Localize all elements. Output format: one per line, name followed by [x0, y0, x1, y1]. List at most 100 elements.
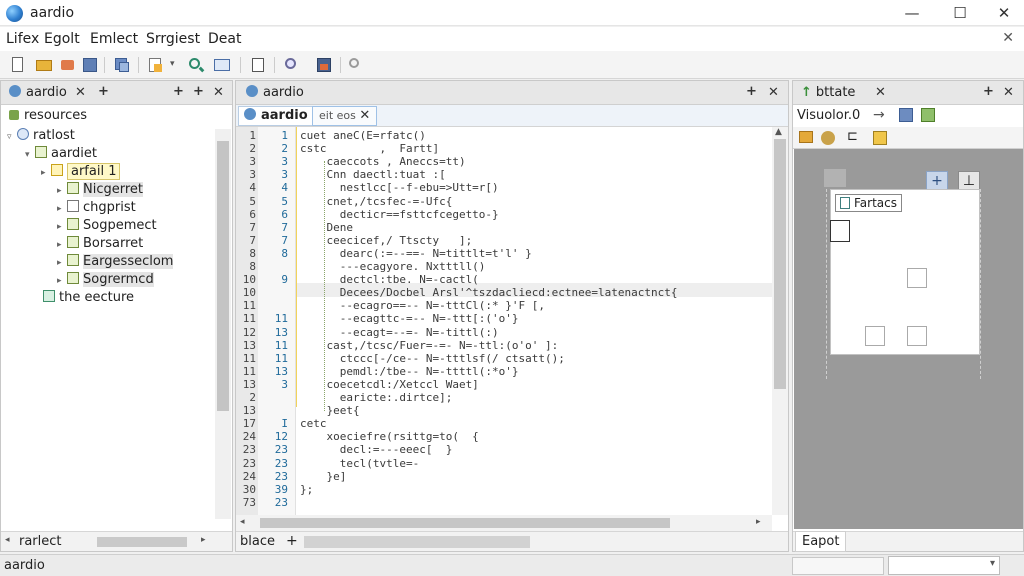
tree-scroll-thumb[interactable]: [217, 141, 229, 411]
menu-select[interactable]: Emlect: [90, 31, 138, 47]
tree-item[interactable]: ▸ Sogpemect: [5, 217, 213, 235]
selected-control[interactable]: [830, 220, 850, 242]
tree-item[interactable]: ▾ aardiet: [5, 145, 213, 163]
save-icon[interactable]: [80, 55, 100, 75]
open-recent-icon[interactable]: [58, 55, 78, 75]
tree-scrollbar[interactable]: ▼: [215, 129, 231, 563]
footer-scroll-thumb[interactable]: [97, 537, 187, 547]
menu-file[interactable]: Lifex: [6, 31, 39, 47]
float-panel-icon[interactable]: +: [193, 84, 204, 99]
close-tab-icon[interactable]: ✕: [359, 108, 370, 123]
status-dropdown[interactable]: ▾: [888, 556, 1000, 575]
code-line[interactable]: xoeciefre(rsittg=to( {: [300, 430, 478, 444]
home-icon[interactable]: [799, 131, 813, 143]
code-line[interactable]: coecetcdl:/Xetccl Waet]: [300, 378, 478, 392]
code-line[interactable]: pemdl:/tbe-- N=-ttttl(:*o'}: [300, 365, 519, 379]
editor-vscroll-thumb[interactable]: [774, 139, 786, 389]
code-line[interactable]: cast,/tcsc/Fuer=-=- N=-ttl:(o'o' ]:: [300, 339, 558, 353]
close-window-button[interactable]: ✕: [990, 2, 1018, 24]
code-line[interactable]: Decees/Docbel Arsl'^tszdacliecd:ectnee=l…: [300, 286, 678, 300]
export-tab[interactable]: Eapot: [795, 531, 847, 552]
code-line[interactable]: nestlcc[--f-ebu=>Utt=r[): [300, 181, 499, 195]
output-tab[interactable]: blace: [240, 534, 275, 549]
tab-second-document[interactable]: eit eos ✕: [312, 106, 378, 126]
code-line[interactable]: --ecagro==-- N=-tttCl(:* }'F [,: [300, 299, 545, 313]
control-box[interactable]: [907, 268, 927, 288]
maximize-button[interactable]: ☐: [946, 2, 974, 24]
close-tab-icon[interactable]: ✕: [875, 85, 886, 100]
code-line[interactable]: dectcl:tbe. N=-cactl(: [300, 273, 479, 287]
move-icon[interactable]: ⊥: [958, 171, 980, 191]
editor-horizontal-scrollbar[interactable]: ◂ ▸: [236, 515, 772, 531]
footer-scroll-thumb[interactable]: [304, 536, 530, 548]
scroll-right-icon[interactable]: ▸: [201, 535, 206, 545]
copy-icon[interactable]: [112, 55, 132, 75]
open-folder-icon[interactable]: [34, 55, 54, 75]
menu-register[interactable]: Srrgiest: [146, 31, 200, 47]
zoom-icon[interactable]: [282, 55, 302, 75]
find-icon[interactable]: [346, 55, 366, 75]
code-line[interactable]: }eet{: [300, 404, 359, 418]
code-line[interactable]: earicte:.dirtce];: [300, 391, 453, 405]
code-line[interactable]: Dene: [300, 221, 353, 235]
code-line[interactable]: }e]: [300, 470, 346, 484]
tab-aardio-project[interactable]: aardio: [3, 81, 73, 105]
control-box[interactable]: [865, 326, 885, 346]
pin-panel-icon[interactable]: +: [983, 84, 994, 99]
scroll-up-icon[interactable]: ▲: [775, 127, 782, 137]
code-line[interactable]: ---ecagyore. Nxtttll(): [300, 260, 486, 274]
database-icon[interactable]: [314, 55, 334, 75]
code-line[interactable]: dearc(:=--==- N=tittlt=t'l' }: [300, 247, 532, 261]
tab-designer[interactable]: ↑ bttate: [795, 81, 861, 105]
add-tab-icon[interactable]: +: [98, 84, 109, 99]
menu-debug[interactable]: Deat: [208, 31, 241, 47]
search-icon[interactable]: [186, 55, 206, 75]
layout-icon[interactable]: [921, 108, 935, 122]
add-control-icon[interactable]: +: [926, 171, 948, 191]
tree-item[interactable]: ▸ Borsarret: [5, 235, 213, 253]
tree-item[interactable]: ▸ Sogrermcd: [5, 271, 213, 289]
scroll-right-icon[interactable]: ▸: [756, 517, 761, 527]
control-box[interactable]: [907, 326, 927, 346]
tree-item[interactable]: ▸ Nicgerret: [5, 181, 213, 199]
form-icon[interactable]: [899, 108, 913, 122]
add-output-tab-icon[interactable]: +: [286, 533, 298, 549]
new-file-icon[interactable]: [8, 55, 28, 75]
close-tab-icon[interactable]: ✕: [75, 85, 86, 100]
tree-item[interactable]: ▸ arfail 1: [5, 163, 213, 181]
menubar-close-icon[interactable]: ✕: [1002, 30, 1014, 46]
form-title-control[interactable]: Fartacs: [835, 194, 902, 212]
pin-panel-icon[interactable]: +: [173, 84, 184, 99]
code-line[interactable]: caeccots , Aneccs=tt): [300, 155, 465, 169]
scroll-left-icon[interactable]: ◂: [240, 517, 245, 527]
align-icon[interactable]: ⊏: [847, 129, 858, 144]
code-line[interactable]: tecl(tvtle=-: [300, 457, 419, 471]
tab-aardio-document[interactable]: aardio: [238, 106, 314, 126]
code-line[interactable]: --ecagt=--=- N=-tittl(:): [300, 326, 499, 340]
minimize-button[interactable]: —: [898, 2, 926, 24]
form-designer-surface[interactable]: + ⊥ Fartacs: [794, 149, 1023, 529]
pin-panel-icon[interactable]: +: [746, 84, 757, 99]
form-canvas[interactable]: Fartacs: [830, 189, 980, 355]
scroll-left-icon[interactable]: ◂: [5, 535, 10, 545]
menu-edit[interactable]: Egolt: [44, 31, 80, 47]
tab-aardio-editor[interactable]: aardio: [240, 81, 310, 105]
editor-hscroll-thumb[interactable]: [260, 518, 670, 528]
code-line[interactable]: cuet aneC(E=rfatc(): [300, 129, 426, 143]
code-line[interactable]: cnet,/tcsfec-=-Ufc{: [300, 195, 452, 209]
code-line[interactable]: --ecagttc-=-- N=-ttt[:('o'}: [300, 312, 519, 326]
close-panel-icon[interactable]: ✕: [768, 85, 779, 100]
tree-item[interactable]: ▿ ratlost: [5, 127, 213, 145]
editor-vertical-scrollbar[interactable]: ▲: [772, 127, 788, 515]
code-line[interactable]: };: [300, 483, 313, 497]
close-panel-icon[interactable]: ✕: [1003, 85, 1014, 100]
tree-item[interactable]: the eecture: [5, 289, 213, 307]
tree-item[interactable]: ▸ chgprist: [5, 199, 213, 217]
window-icon[interactable]: [212, 55, 232, 75]
code-line[interactable]: ctccc[-/ce-- N=-tttlsf(/ ctsatt();: [300, 352, 565, 366]
arrow-right-icon[interactable]: →: [873, 107, 885, 123]
designer-handle[interactable]: [824, 169, 846, 187]
chevron-down-icon[interactable]: ▾: [170, 59, 175, 69]
close-panel-icon[interactable]: ✕: [213, 85, 224, 100]
tree-item[interactable]: ▸ Eargesseclom: [5, 253, 213, 271]
